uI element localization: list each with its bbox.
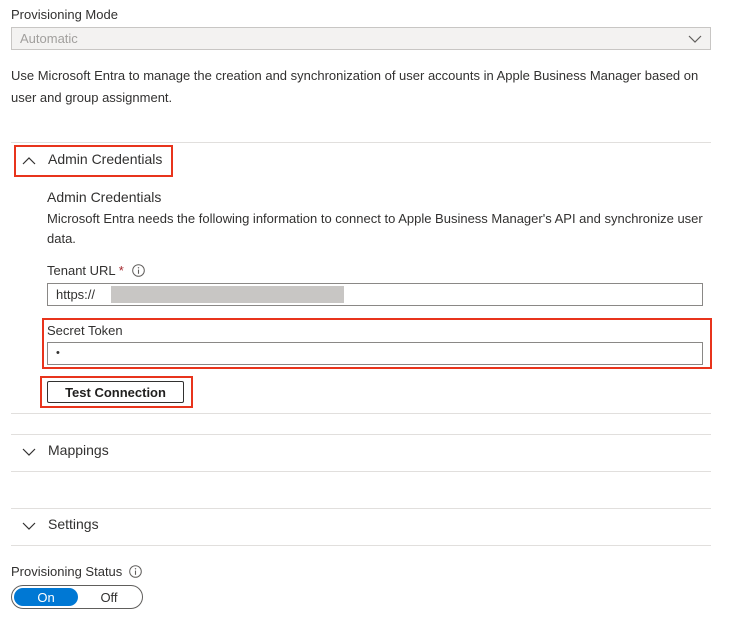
toggle-on-option[interactable]: On	[14, 588, 78, 606]
redacted-url-block	[111, 286, 344, 303]
provisioning-mode-value: Automatic	[20, 31, 78, 46]
settings-header-label: Settings	[48, 516, 99, 532]
admin-credentials-description: Microsoft Entra needs the following info…	[47, 211, 703, 246]
divider	[11, 413, 711, 414]
chevron-down-icon	[22, 522, 36, 530]
tenant-url-label-row: Tenant URL *	[47, 263, 124, 278]
provisioning-mode-description: Use Microsoft Entra to manage the creati…	[11, 68, 699, 105]
divider	[11, 545, 711, 546]
admin-credentials-header-label: Admin Credentials	[48, 151, 163, 167]
provisioning-status-toggle[interactable]: On Off	[11, 585, 143, 609]
provisioning-mode-select[interactable]: Automatic	[11, 27, 711, 50]
provisioning-status-label: Provisioning Status	[11, 564, 123, 579]
chevron-up-icon	[22, 157, 36, 165]
required-asterisk: *	[118, 263, 124, 278]
test-connection-button[interactable]: Test Connection	[47, 381, 184, 403]
secret-token-value: •	[56, 347, 60, 359]
info-icon[interactable]	[132, 264, 145, 277]
provisioning-mode-label: Provisioning Mode	[11, 7, 118, 22]
mappings-header-label: Mappings	[48, 442, 109, 458]
divider	[11, 508, 711, 509]
tenant-url-input[interactable]: https://	[47, 283, 703, 306]
mappings-section-header[interactable]: Mappings	[22, 440, 142, 464]
divider	[11, 434, 711, 435]
settings-section-header[interactable]: Settings	[22, 514, 142, 538]
divider	[11, 471, 711, 472]
secret-token-label: Secret Token	[47, 323, 123, 338]
info-icon[interactable]	[129, 565, 142, 578]
chevron-down-icon	[688, 35, 702, 43]
divider	[11, 142, 711, 143]
admin-credentials-subtitle: Admin Credentials	[47, 189, 162, 205]
toggle-off-option[interactable]: Off	[78, 588, 140, 606]
admin-credentials-section-header[interactable]: Admin Credentials	[22, 149, 167, 173]
secret-token-input[interactable]: •	[47, 342, 703, 365]
tenant-url-label: Tenant URL	[47, 263, 116, 278]
tenant-url-value: https://	[56, 287, 96, 302]
chevron-down-icon	[22, 448, 36, 456]
